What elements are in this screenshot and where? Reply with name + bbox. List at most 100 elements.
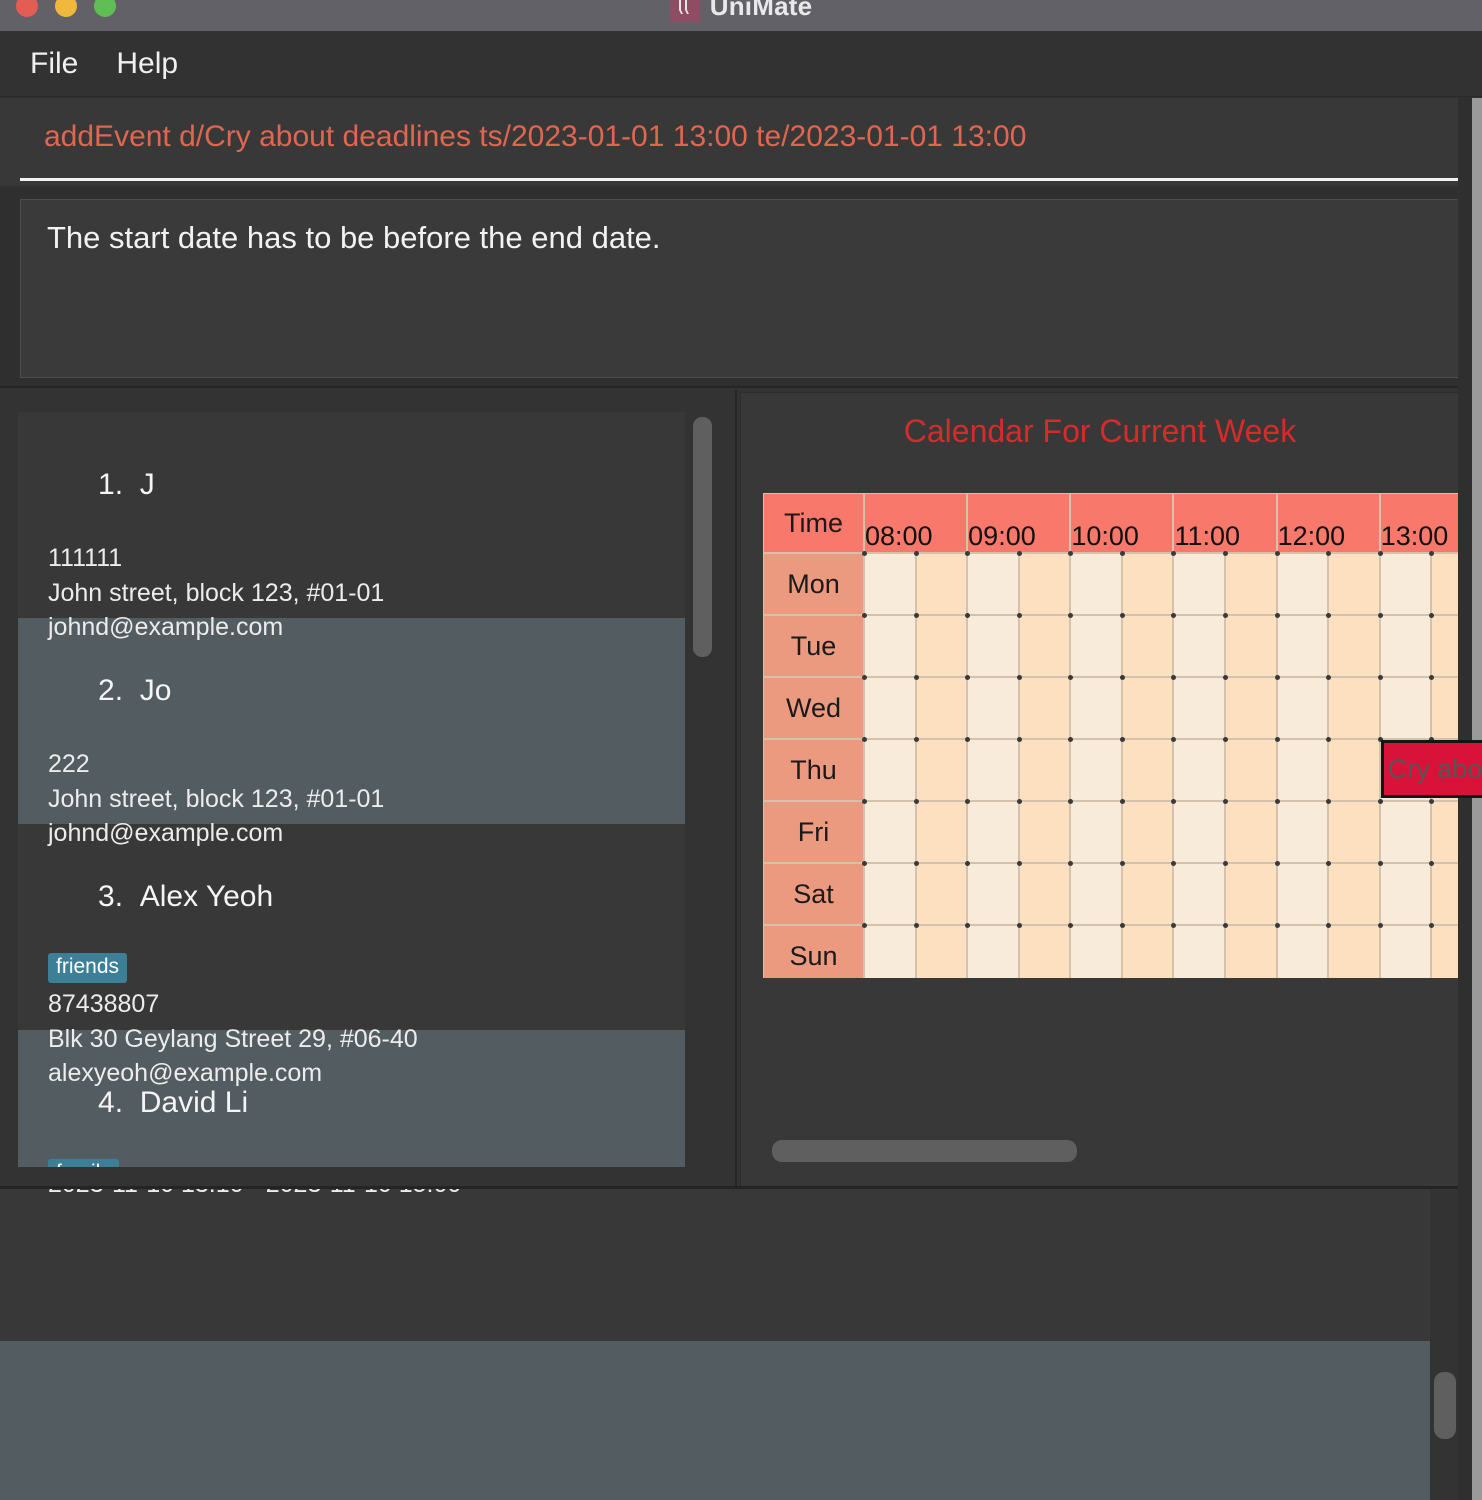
contact-list-item[interactable]: 2. Jo 222 John street, block 123, #01-01… bbox=[18, 618, 685, 847]
calendar-cell[interactable] bbox=[1171, 737, 1226, 801]
calendar-cell[interactable] bbox=[1326, 799, 1380, 863]
contact-list-item[interactable]: 1. J 111111 John street, block 123, #01-… bbox=[18, 412, 685, 641]
calendar-cell[interactable] bbox=[965, 799, 1019, 863]
calendar-cell[interactable] bbox=[1068, 551, 1122, 615]
calendar-cell[interactable] bbox=[1068, 675, 1122, 739]
calendar-cell[interactable] bbox=[913, 613, 968, 677]
calendar-cell[interactable] bbox=[1274, 923, 1329, 978]
calendar-cell[interactable] bbox=[1223, 923, 1277, 978]
menu-item-help[interactable]: Help bbox=[116, 47, 178, 81]
contact-list-item[interactable]: 3. Alex Yeoh friends 87438807 Blk 30 Gey… bbox=[18, 824, 685, 1087]
calendar-cell[interactable] bbox=[1223, 737, 1277, 801]
calendar-grid-viewport[interactable]: Time 08:00 09:00 10:00 11:00 12:00 13:00… bbox=[763, 493, 1482, 978]
event-list-scrollbar-track[interactable] bbox=[1432, 1189, 1458, 1500]
calendar-cell[interactable] bbox=[1119, 861, 1174, 925]
calendar-cell[interactable] bbox=[1068, 923, 1122, 978]
calendar-cell[interactable] bbox=[1016, 799, 1071, 863]
calendar-horizontal-scrollbar-thumb[interactable] bbox=[772, 1140, 1077, 1162]
calendar-cell[interactable] bbox=[965, 613, 1019, 677]
calendar-cell[interactable] bbox=[913, 799, 968, 863]
calendar-cell[interactable] bbox=[1223, 613, 1277, 677]
calendar-cell[interactable] bbox=[1274, 613, 1329, 677]
calendar-cell[interactable] bbox=[1223, 675, 1277, 739]
event-list-panel[interactable]: 2023-11-10 13:10 - 2023-11-10 15:00 4. B… bbox=[0, 1189, 1482, 1500]
calendar-cell[interactable] bbox=[1171, 861, 1226, 925]
divider-vertical[interactable] bbox=[735, 390, 737, 1188]
calendar-cell[interactable] bbox=[1223, 799, 1277, 863]
grid-dot-icon bbox=[1119, 923, 1125, 928]
calendar-cell[interactable] bbox=[1377, 613, 1432, 677]
calendar-cell[interactable] bbox=[1119, 923, 1174, 978]
calendar-cell[interactable] bbox=[862, 923, 916, 978]
calendar-cell[interactable] bbox=[1326, 737, 1380, 801]
calendar-cell[interactable] bbox=[1274, 799, 1329, 863]
calendar-cell[interactable] bbox=[1326, 551, 1380, 615]
calendar-cell[interactable] bbox=[1326, 675, 1380, 739]
menu-item-file[interactable]: File bbox=[30, 47, 78, 81]
grid-dot-icon bbox=[1274, 551, 1280, 556]
calendar-cell[interactable] bbox=[1016, 861, 1071, 925]
calendar-cell[interactable] bbox=[1274, 737, 1329, 801]
calendar-cell[interactable] bbox=[862, 675, 916, 739]
calendar-cell[interactable] bbox=[1377, 675, 1432, 739]
calendar-cell[interactable] bbox=[1119, 613, 1174, 677]
calendar-cell[interactable] bbox=[1171, 675, 1226, 739]
calendar-event-block[interactable]: Cry abo bbox=[1380, 740, 1482, 798]
event-list-scrollbar-thumb[interactable] bbox=[1434, 1372, 1456, 1439]
calendar-cell[interactable] bbox=[1377, 861, 1432, 925]
calendar-cell[interactable] bbox=[965, 923, 1019, 978]
contact-list-panel[interactable]: 1. J 111111 John street, block 123, #01-… bbox=[18, 412, 718, 1167]
calendar-cell[interactable] bbox=[862, 799, 916, 863]
calendar-cell[interactable] bbox=[913, 861, 968, 925]
calendar-cell[interactable] bbox=[1223, 551, 1277, 615]
calendar-cell[interactable] bbox=[862, 551, 916, 615]
calendar-cell[interactable] bbox=[1274, 551, 1329, 615]
calendar-cell[interactable] bbox=[1274, 861, 1329, 925]
calendar-cell[interactable] bbox=[1326, 923, 1380, 978]
calendar-cell[interactable] bbox=[1274, 675, 1329, 739]
calendar-cell[interactable] bbox=[1016, 613, 1071, 677]
calendar-cell[interactable] bbox=[965, 675, 1019, 739]
calendar-cell[interactable] bbox=[913, 737, 968, 801]
calendar-cell[interactable] bbox=[965, 861, 1019, 925]
calendar-cell[interactable] bbox=[1171, 923, 1226, 978]
calendar-cell[interactable] bbox=[1068, 861, 1122, 925]
calendar-cell[interactable] bbox=[1223, 861, 1277, 925]
calendar-cell[interactable] bbox=[862, 613, 916, 677]
calendar-cell[interactable] bbox=[1119, 675, 1174, 739]
calendar-cell[interactable] bbox=[965, 551, 1019, 615]
calendar-cell[interactable] bbox=[1016, 675, 1071, 739]
calendar-cell[interactable] bbox=[1016, 737, 1071, 801]
event-list-item[interactable]: 2023-11-10 13:10 - 2023-11-10 15:00 bbox=[0, 1189, 1430, 1341]
calendar-cell[interactable] bbox=[1377, 923, 1432, 978]
calendar-cell[interactable] bbox=[1171, 799, 1226, 863]
calendar-cell[interactable] bbox=[965, 737, 1019, 801]
calendar-cell[interactable] bbox=[1068, 613, 1122, 677]
window-right-scrollbar[interactable] bbox=[1472, 98, 1482, 1500]
calendar-cell[interactable] bbox=[913, 551, 968, 615]
calendar-cell[interactable] bbox=[1326, 613, 1380, 677]
calendar-cell[interactable] bbox=[913, 675, 968, 739]
calendar-cell[interactable] bbox=[1016, 551, 1071, 615]
calendar-cell[interactable] bbox=[1377, 799, 1432, 863]
calendar-cell[interactable] bbox=[1119, 799, 1174, 863]
calendar-cell[interactable] bbox=[862, 861, 916, 925]
grid-dot-icon bbox=[965, 923, 971, 928]
calendar-cell[interactable] bbox=[1119, 737, 1174, 801]
grid-dot-icon bbox=[1326, 737, 1332, 742]
calendar-cell[interactable] bbox=[1068, 737, 1122, 801]
event-list-item[interactable]: 4. Birthday celebration 2023-11-15 18:00… bbox=[0, 1341, 1430, 1500]
contact-list-scrollbar-thumb[interactable] bbox=[693, 417, 712, 657]
calendar-cell[interactable]: Cry abo bbox=[1377, 737, 1482, 801]
command-input-area[interactable]: addEvent d/Cry about deadlines ts/2023-0… bbox=[0, 98, 1482, 186]
calendar-cell[interactable] bbox=[862, 737, 916, 801]
calendar-cell[interactable] bbox=[1326, 861, 1380, 925]
calendar-cell[interactable] bbox=[1171, 613, 1226, 677]
calendar-cell[interactable] bbox=[1068, 799, 1122, 863]
calendar-cell[interactable] bbox=[1171, 551, 1226, 615]
calendar-cell[interactable] bbox=[1119, 551, 1174, 615]
calendar-cell[interactable] bbox=[913, 923, 968, 978]
command-input[interactable]: addEvent d/Cry about deadlines ts/2023-0… bbox=[44, 120, 1026, 154]
calendar-cell[interactable] bbox=[1016, 923, 1071, 978]
calendar-cell[interactable] bbox=[1377, 551, 1432, 615]
